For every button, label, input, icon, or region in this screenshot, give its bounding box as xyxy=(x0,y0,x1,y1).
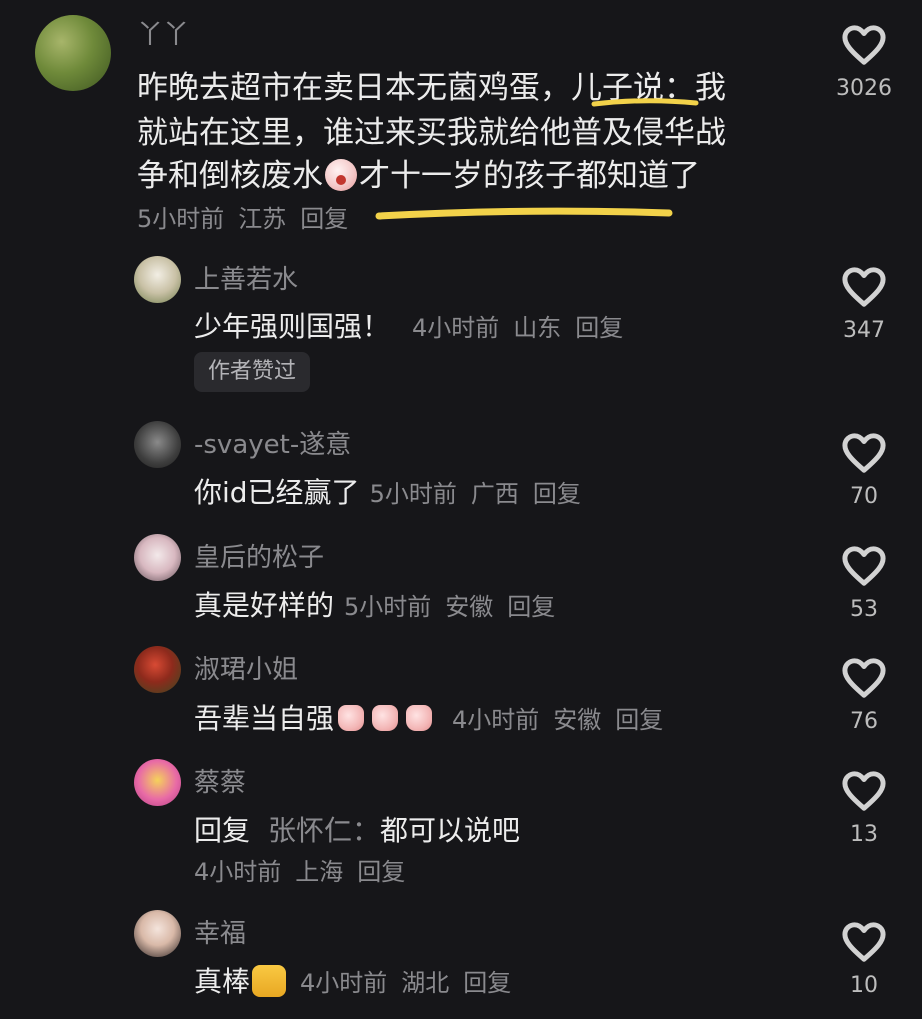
comment-location: 山东 xyxy=(513,314,562,342)
like-count: 3026 xyxy=(836,76,892,101)
comment-username[interactable]: 幸福 xyxy=(194,913,246,950)
highlight-underline xyxy=(375,207,673,220)
comment-time: 4小时前 xyxy=(300,969,388,997)
thumbs-up-emoji-icon xyxy=(372,705,399,731)
comment-username[interactable]: 皇后的松子 xyxy=(194,537,324,574)
comment-location: 安徽 xyxy=(445,593,494,621)
avatar[interactable] xyxy=(134,534,181,581)
avatar[interactable] xyxy=(134,910,181,957)
comment-text-part: 才十一岁的孩子都知道了 xyxy=(359,158,700,194)
like-heart-icon[interactable] xyxy=(841,266,887,308)
like-heart-icon[interactable] xyxy=(841,657,887,699)
reply-button[interactable]: 回复 xyxy=(575,314,623,342)
comment-body: 真棒 4小时前 湖北 回复 xyxy=(194,960,525,1000)
comment-username[interactable]: 丫丫 xyxy=(137,14,189,51)
comment-location: 上海 xyxy=(295,858,344,886)
comment-location: 湖北 xyxy=(401,969,450,997)
comment-meta: 5小时前 广西 回复 xyxy=(370,480,595,508)
comment-text: 吾辈当自强 xyxy=(194,702,335,735)
comment-meta: 5小时前 江苏 回复 xyxy=(137,199,362,234)
reply-button[interactable]: 回复 xyxy=(615,706,663,734)
reply-prefix: 回复 xyxy=(194,814,251,847)
like-count: 76 xyxy=(850,709,878,734)
like-count: 13 xyxy=(850,822,878,847)
avatar[interactable] xyxy=(134,646,181,693)
reply-button[interactable]: 回复 xyxy=(463,969,511,997)
reply-to-username[interactable]: 张怀仁： xyxy=(268,814,380,847)
comment-location: 江苏 xyxy=(238,205,287,233)
like-heart-icon[interactable] xyxy=(841,770,887,812)
comment-text-line: 就站在这里，谁过来买我就给他普及侵华战 xyxy=(137,115,726,151)
like-heart-icon[interactable] xyxy=(841,24,887,66)
like-heart-icon[interactable] xyxy=(841,545,887,587)
reply-button[interactable]: 回复 xyxy=(507,593,555,621)
like-heart-icon[interactable] xyxy=(841,921,887,963)
comment-time: 5小时前 xyxy=(137,205,225,233)
thumbs-up-emoji-icon xyxy=(252,965,287,997)
comment-meta: 4小时前 山东 回复 xyxy=(412,314,637,342)
avatar[interactable] xyxy=(134,256,181,303)
comment-text-part: 争和倒核废水 xyxy=(137,158,323,194)
like-heart-icon[interactable] xyxy=(841,432,887,474)
comment-username[interactable]: 蔡蔡 xyxy=(194,762,246,799)
like-count: 70 xyxy=(850,484,878,509)
comment-text-line: 争和倒核废水 才十一岁的孩子都知道了 xyxy=(137,156,700,196)
comment-meta: 4小时前 湖北 回复 xyxy=(300,969,525,997)
comment-text: 都可以说吧 xyxy=(380,814,521,847)
like-count: 347 xyxy=(843,318,885,343)
like-count: 10 xyxy=(850,973,878,998)
like-count: 53 xyxy=(850,597,878,622)
comment-time: 4小时前 xyxy=(194,858,282,886)
comment-text: 真棒 xyxy=(194,965,251,998)
thumbs-up-emoji-icon xyxy=(406,705,433,731)
comment-meta: 4小时前 安徽 回复 xyxy=(452,706,677,734)
comment-text: 少年强则国强！ xyxy=(194,310,391,343)
comment-body: 少年强则国强！ 4小时前 山东 回复 xyxy=(194,305,637,345)
crying-face-emoji-icon xyxy=(325,159,357,191)
comment-location: 安徽 xyxy=(553,706,602,734)
comment-meta: 4小时前 上海 回复 xyxy=(194,852,419,887)
comment-time: 5小时前 xyxy=(344,593,432,621)
comment-username[interactable]: -svayet-遂意 xyxy=(194,424,351,461)
comment-username[interactable]: 上善若水 xyxy=(194,259,298,296)
avatar[interactable] xyxy=(35,15,111,91)
comment-body: 回复 张怀仁：都可以说吧 xyxy=(194,809,520,849)
avatar[interactable] xyxy=(134,759,181,806)
author-liked-chip: 作者赞过 xyxy=(194,352,311,392)
thumbs-up-emoji-icon xyxy=(338,705,365,731)
comment-text: 真是好样的 xyxy=(194,589,335,622)
comment-body: 吾辈当自强 4小时前 安徽 回复 xyxy=(194,697,677,737)
reply-button[interactable]: 回复 xyxy=(533,480,581,508)
highlight-underline xyxy=(591,98,699,107)
reply-button[interactable]: 回复 xyxy=(300,205,348,233)
comment-username[interactable]: 淑珺小姐 xyxy=(194,649,298,686)
comment-meta: 5小时前 安徽 回复 xyxy=(344,593,569,621)
comment-location: 广西 xyxy=(470,480,519,508)
reply-button[interactable]: 回复 xyxy=(357,858,405,886)
comment-time: 5小时前 xyxy=(369,480,457,508)
comment-text: 你id已经赢了 xyxy=(194,476,360,509)
comment-time: 4小时前 xyxy=(452,706,540,734)
comment-body: 你id已经赢了 5小时前 广西 回复 xyxy=(194,471,595,511)
avatar[interactable] xyxy=(134,421,181,468)
comment-body: 真是好样的 5小时前 安徽 回复 xyxy=(194,584,569,624)
comment-time: 4小时前 xyxy=(412,314,500,342)
